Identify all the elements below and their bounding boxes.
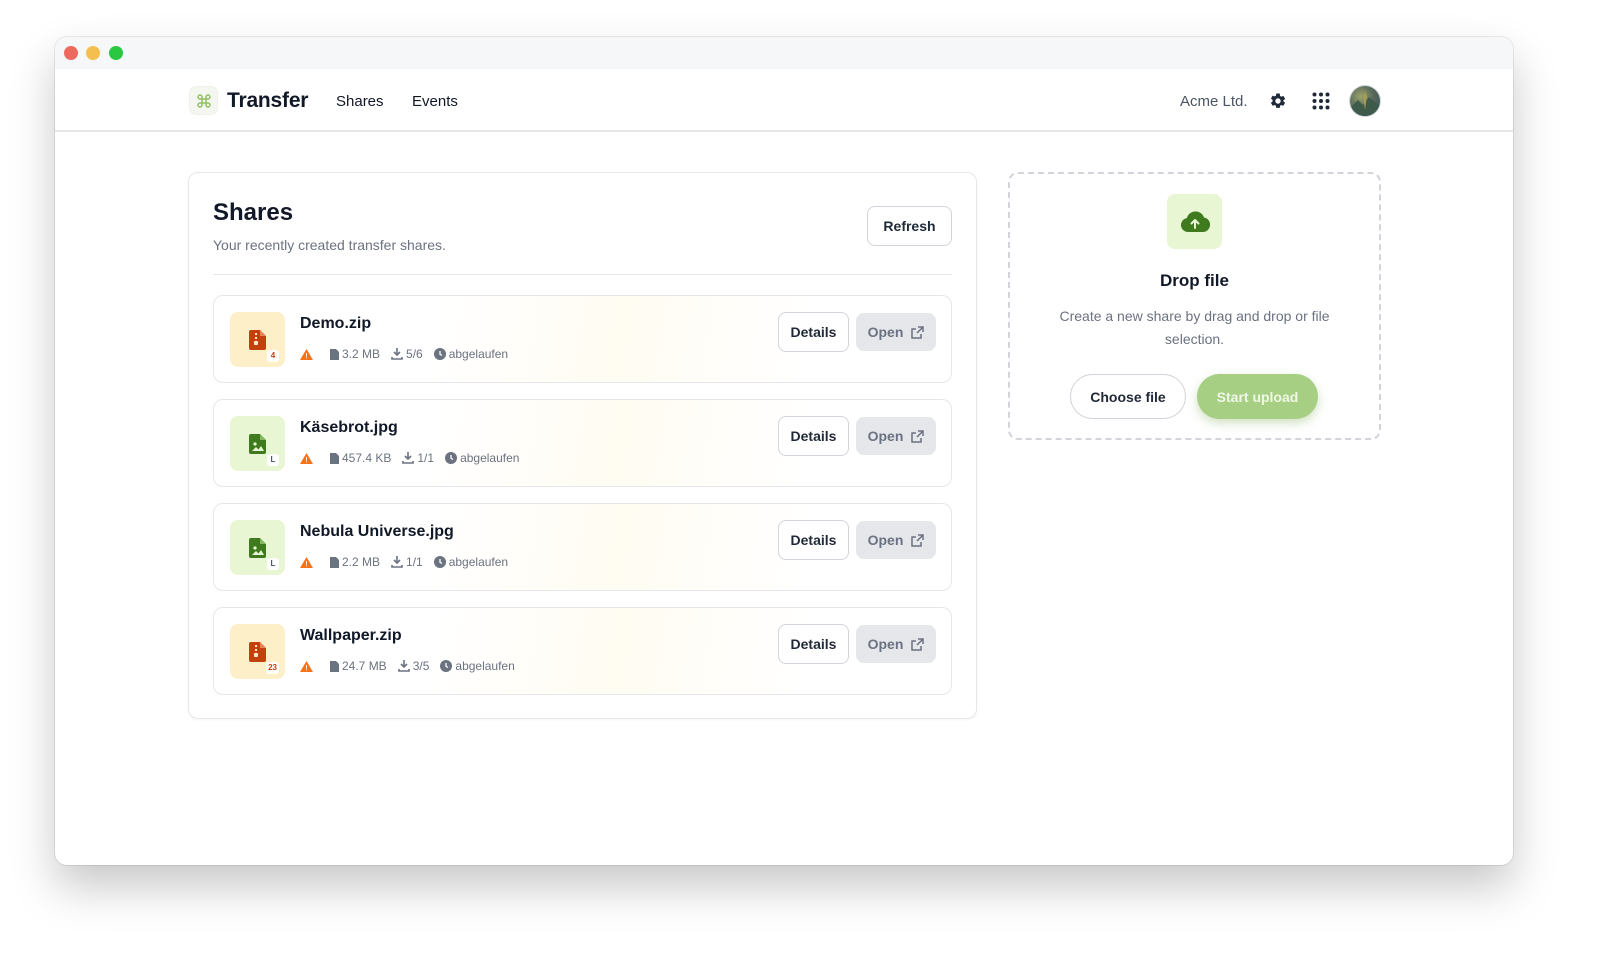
file-badge: 4 [267,350,279,362]
share-meta: 24.7 MB 3/5 abgelaufen [300,659,526,673]
drop-zone[interactable]: Drop file Create a new share by drag and… [1008,172,1381,440]
warning-icon [300,452,316,464]
file-image-icon: L [230,520,285,575]
open-label: Open [867,428,904,444]
clock-icon [433,348,446,360]
open-button[interactable]: Open [856,417,936,455]
share-meta: 457.4 KB 1/1 abgelaufen [300,451,530,465]
file-icon [330,660,339,672]
download-icon [402,452,415,464]
drop-description: Create a new share by drag and drop or f… [1059,308,1330,347]
file-name: Demo.zip [300,315,372,332]
external-link-icon [911,533,925,547]
open-label: Open [867,532,904,548]
download-count: 3/5 [412,659,430,673]
file-size: 457.4 KB [342,451,392,465]
window-maximize-button[interactable] [109,46,123,60]
open-button[interactable]: Open [856,625,936,663]
shares-card: Shares Your recently created transfer sh… [188,172,977,719]
clock-icon [445,452,458,464]
avatar[interactable] [1350,86,1380,116]
share-row[interactable]: L Käsebrot.jpg 457.4 KB 1/1 abgelaufen D… [213,399,952,487]
cloud-upload-icon [1167,194,1222,249]
clock-icon [433,556,446,568]
refresh-button[interactable]: Refresh [867,206,952,246]
organization-name[interactable]: Acme Ltd. [1180,93,1248,110]
file-badge: L [267,558,279,570]
start-upload-button[interactable]: Start upload [1197,374,1318,419]
download-count: 5/6 [406,347,423,361]
command-icon [190,87,217,114]
share-row[interactable]: L Nebula Universe.jpg 2.2 MB 1/1 abgelau… [213,503,952,591]
file-name: Wallpaper.zip [300,627,402,644]
divider [213,274,952,275]
details-button[interactable]: Details [778,312,849,352]
external-link-icon [911,325,925,339]
external-link-icon [911,429,925,443]
drop-title: Drop file [1160,271,1229,290]
open-button[interactable]: Open [856,313,936,351]
open-label: Open [867,324,904,340]
file-icon [330,556,339,568]
expiry-status: abgelaufen [448,347,509,361]
share-row[interactable]: 23 Wallpaper.zip 24.7 MB 3/5 abgelaufen … [213,607,952,695]
file-zip-icon: 23 [230,624,285,679]
file-name: Käsebrot.jpg [300,419,398,436]
file-size: 24.7 MB [342,659,387,673]
download-count: 1/1 [406,555,423,569]
gear-icon[interactable] [1266,89,1290,113]
download-count: 1/1 [417,451,435,465]
expiry-status: abgelaufen [448,555,509,569]
file-icon [330,452,339,464]
file-badge: L [267,454,279,466]
details-button[interactable]: Details [778,416,849,456]
choose-file-button[interactable]: Choose file [1070,374,1186,419]
clock-icon [440,660,453,672]
open-label: Open [867,636,904,652]
details-button[interactable]: Details [778,520,849,560]
warning-icon [300,348,316,360]
nav-link-shares[interactable]: Shares [336,93,384,110]
share-meta: 3.2 MB 5/6 abgelaufen [300,347,519,361]
brand-name: Transfer [227,88,309,112]
file-icon [330,348,339,360]
warning-icon [300,660,316,672]
file-zip-icon: 4 [230,312,285,367]
download-icon [391,348,403,360]
window-close-button[interactable] [64,46,78,60]
share-meta: 2.2 MB 1/1 abgelaufen [300,555,519,569]
page-title: Shares [213,199,294,226]
expiry-status: abgelaufen [460,451,520,465]
page-subtitle: Your recently created transfer shares. [213,237,446,253]
top-navbar: Transfer Shares Events Acme Ltd. [55,69,1513,132]
download-icon [391,556,403,568]
file-name: Nebula Universe.jpg [300,523,454,540]
file-size: 3.2 MB [342,347,381,361]
app-window: Transfer Shares Events Acme Ltd. Shares [55,37,1513,865]
window-minimize-button[interactable] [86,46,100,60]
details-button[interactable]: Details [778,624,849,664]
file-image-icon: L [230,416,285,471]
download-icon [397,660,410,672]
file-badge: 23 [266,662,279,674]
grid-icon[interactable] [1309,89,1333,113]
share-row[interactable]: 4 Demo.zip 3.2 MB 5/6 abgelaufen Details… [213,295,952,383]
file-size: 2.2 MB [342,555,381,569]
external-link-icon [911,637,925,651]
warning-icon [300,556,316,568]
expiry-status: abgelaufen [455,659,515,673]
nav-link-events[interactable]: Events [412,93,458,110]
brand[interactable]: Transfer [190,87,308,114]
window-titlebar [55,37,1513,69]
open-button[interactable]: Open [856,521,936,559]
